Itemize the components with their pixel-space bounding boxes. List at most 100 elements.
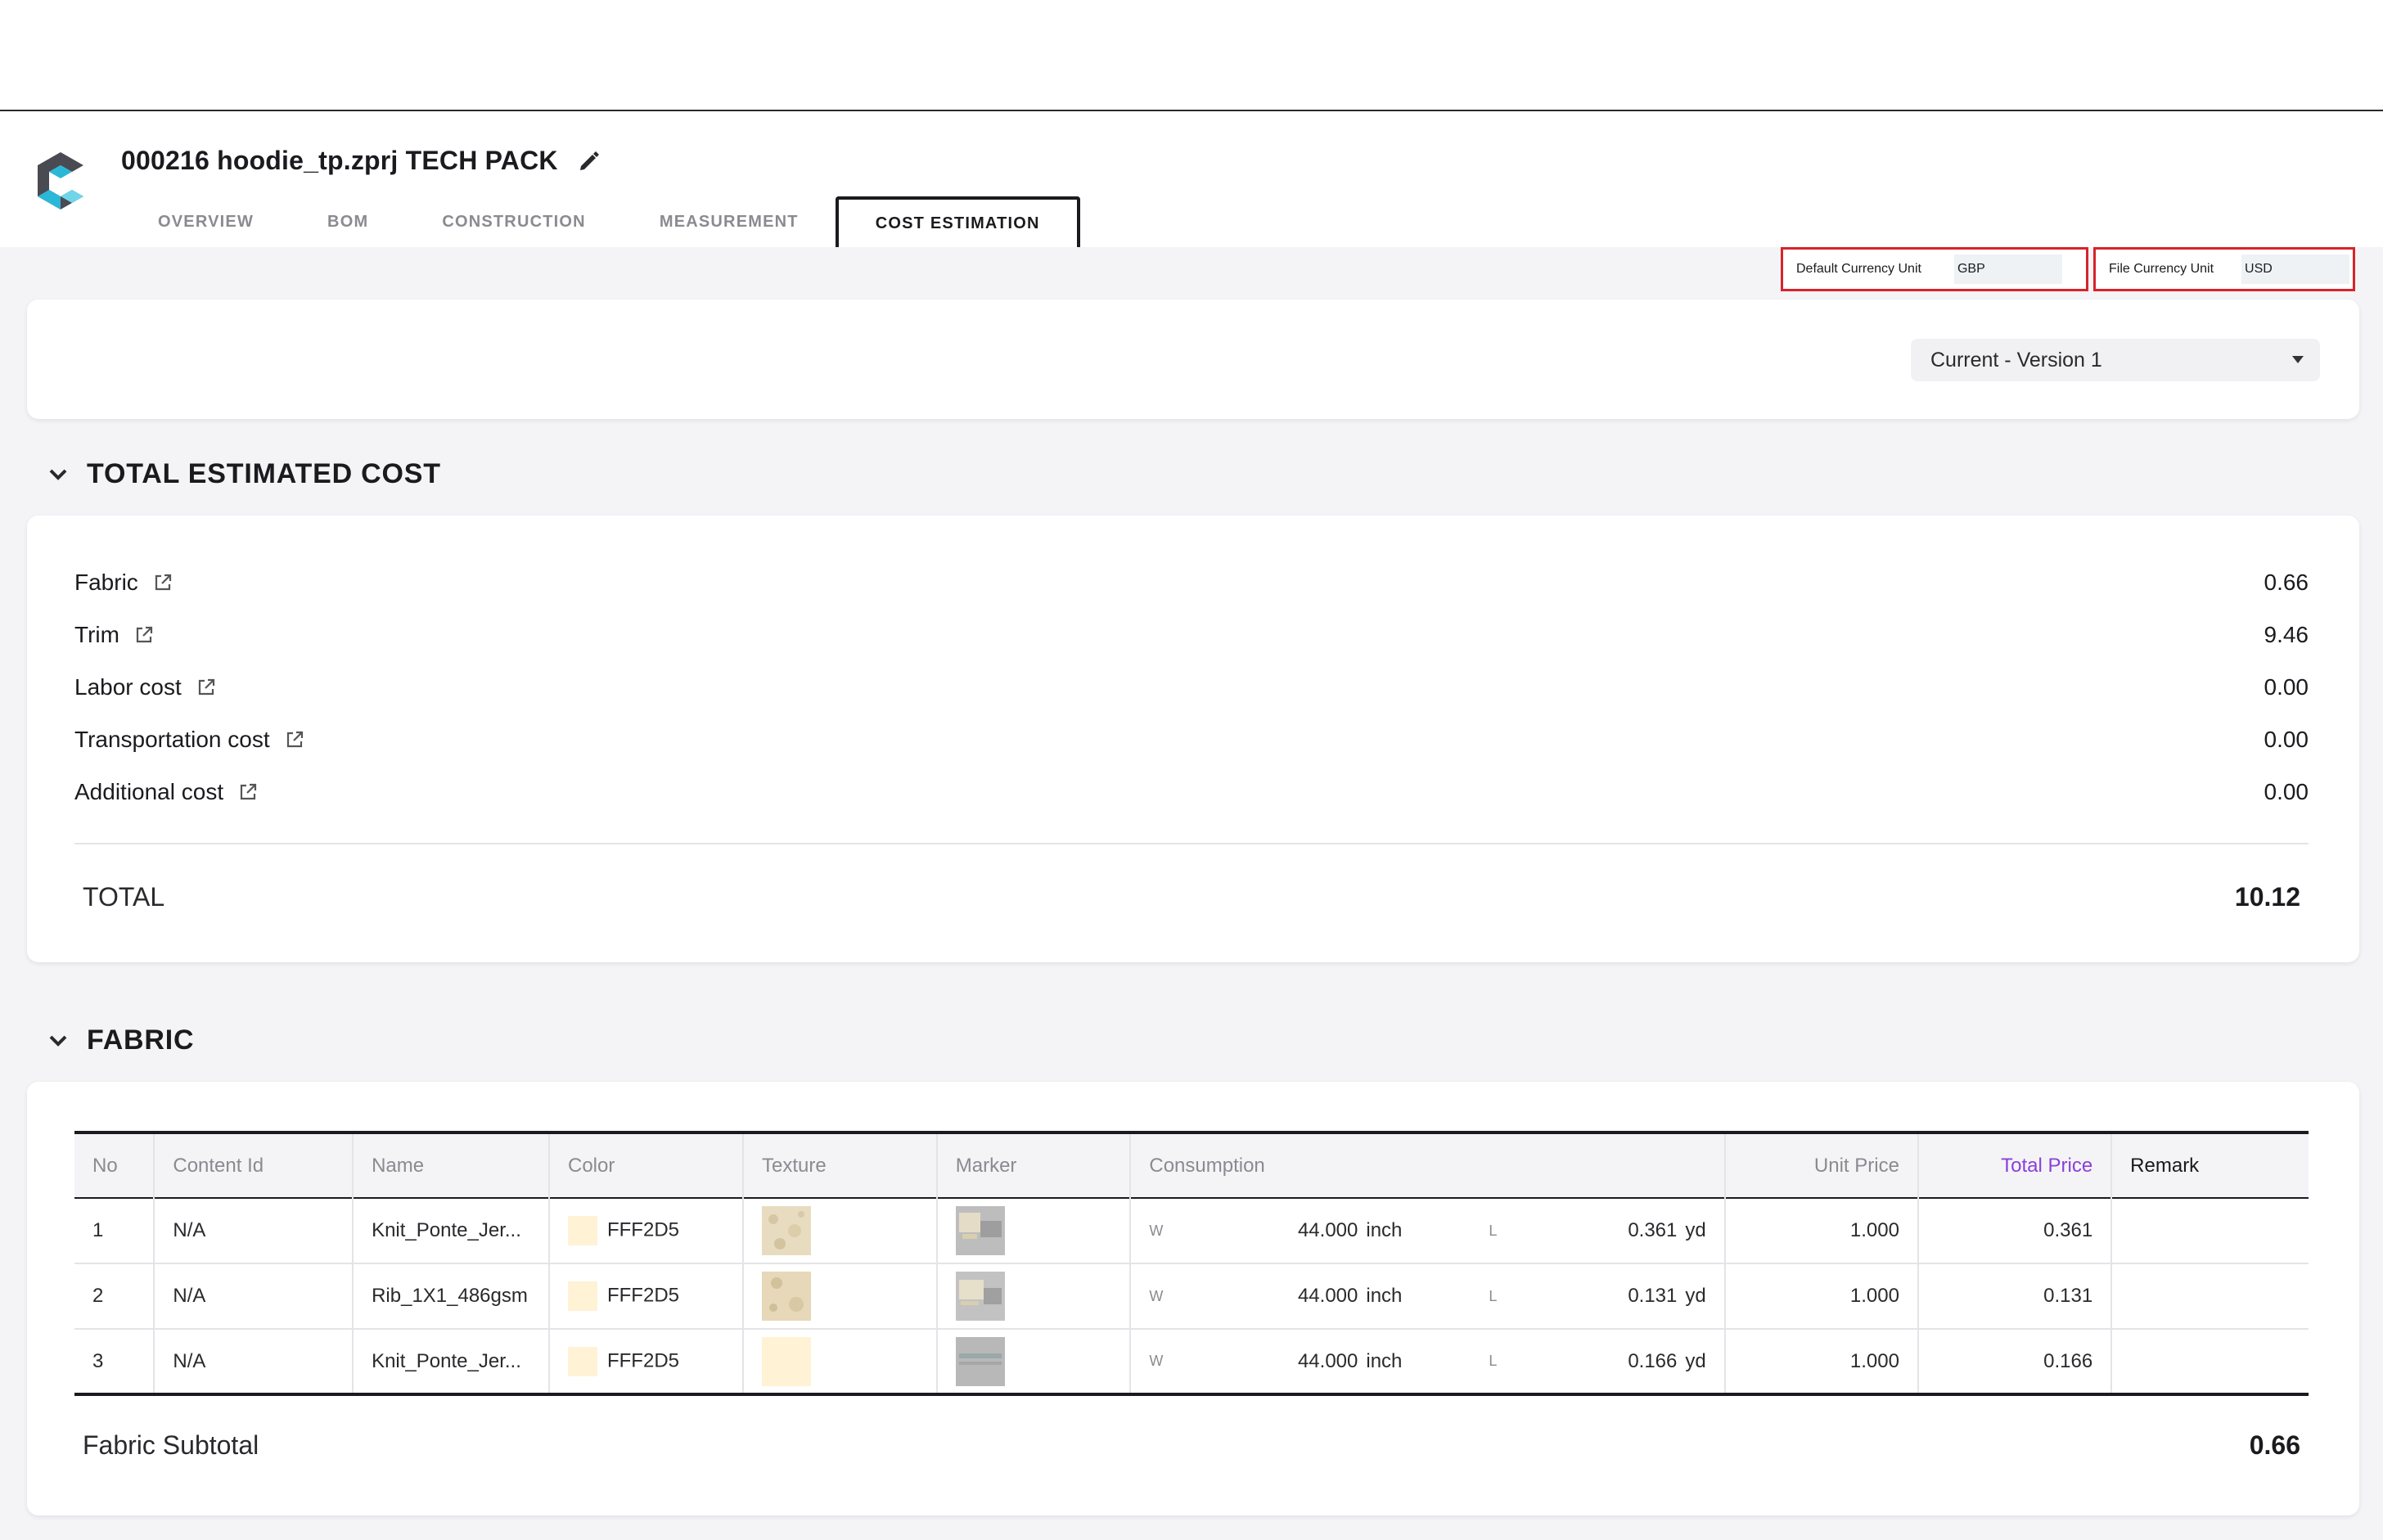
cell-content-id: N/A <box>154 1198 354 1264</box>
column-header-remark: Remark <box>2130 1154 2200 1177</box>
tab-overview[interactable]: OVERVIEW <box>121 196 291 247</box>
total-estimated-cost-title: TOTAL ESTIMATED COST <box>87 458 441 489</box>
chevron-down-icon[interactable] <box>47 1030 69 1051</box>
tab-bom[interactable]: BOM <box>291 196 405 247</box>
column-header-texture: Texture <box>742 1132 938 1198</box>
cost-row-label: Labor cost <box>74 674 182 700</box>
length-label: L <box>1489 1287 1498 1304</box>
color-code: FFF2D5 <box>606 1349 679 1371</box>
default-currency-value: GBP <box>1953 254 2062 284</box>
width-value: 44.000 <box>1297 1285 1358 1307</box>
column-header-name: Name <box>353 1132 550 1198</box>
fabric-section-title: FABRIC <box>87 1024 195 1056</box>
cell-marker <box>936 1263 1132 1330</box>
cell-total-price: 0.131 <box>1917 1263 2113 1330</box>
cell-marker <box>936 1329 1132 1396</box>
fabric-subtotal-label: Fabric Subtotal <box>83 1430 259 1460</box>
fabric-card: No Content Id Name Color Texture Marker … <box>27 1082 2359 1515</box>
file-currency-value: USD <box>2241 254 2350 284</box>
texture-thumbnail[interactable] <box>761 1272 811 1321</box>
divider <box>74 843 2309 844</box>
cost-row-transportation: Transportation cost 0.00 <box>74 723 2309 756</box>
color-code: FFF2D5 <box>606 1218 679 1241</box>
cell-unit-price: 1.000 <box>1724 1329 1919 1396</box>
cell-no: 1 <box>74 1198 155 1264</box>
texture-thumbnail[interactable] <box>761 1206 811 1255</box>
cost-row-label: Transportation cost <box>74 727 270 752</box>
cost-row-additional: Additional cost 0.00 <box>74 776 2309 808</box>
texture-thumbnail[interactable] <box>761 1336 811 1386</box>
pencil-edit-icon[interactable] <box>576 148 602 174</box>
cell-texture <box>742 1263 938 1330</box>
default-currency-unit-field[interactable]: Default Currency Unit GBP <box>1781 247 2088 291</box>
cell-name: Knit_Ponte_Jer... <box>353 1198 550 1264</box>
cell-texture <box>742 1198 938 1264</box>
external-link-icon[interactable] <box>196 678 216 697</box>
file-currency-label: File Currency Unit <box>2109 262 2214 276</box>
cost-row-value: 0.00 <box>2264 779 2309 804</box>
width-label: W <box>1149 1222 1164 1239</box>
color-code: FFF2D5 <box>606 1284 679 1307</box>
column-header-marker: Marker <box>936 1132 1132 1198</box>
external-link-icon[interactable] <box>153 573 173 592</box>
length-unit: yd <box>1685 1285 1706 1307</box>
column-header-content-id: Content Id <box>154 1132 354 1198</box>
external-link-icon[interactable] <box>285 730 304 750</box>
total-label: TOTAL <box>83 881 165 912</box>
file-currency-unit-field[interactable]: File Currency Unit USD <box>2093 247 2355 291</box>
cell-remark[interactable] <box>2111 1329 2309 1396</box>
page-title: 000216 hoodie_tp.zprj TECH PACK <box>121 146 602 176</box>
color-swatch <box>567 1216 597 1245</box>
cell-remark[interactable] <box>2111 1263 2309 1330</box>
dropdown-caret-icon <box>2292 356 2304 363</box>
fabric-subtotal-row: Fabric Subtotal 0.66 <box>83 1421 2300 1470</box>
column-header-no: No <box>74 1132 155 1198</box>
marker-thumbnail[interactable] <box>955 1336 1005 1386</box>
tab-cost-estimation[interactable]: COST ESTIMATION <box>835 196 1080 247</box>
cell-consumption: W 44.000 inch L 0.131 yd <box>1130 1263 1726 1330</box>
cost-row-value: 0.66 <box>2264 570 2309 595</box>
cost-row-labor: Labor cost 0.00 <box>74 671 2309 704</box>
length-label: L <box>1489 1222 1498 1239</box>
cell-content-id: N/A <box>154 1329 354 1396</box>
cell-color: FFF2D5 <box>548 1263 744 1330</box>
color-swatch <box>567 1346 597 1376</box>
cost-row-value: 0.00 <box>2264 674 2309 700</box>
cell-color: FFF2D5 <box>548 1198 744 1264</box>
table-row[interactable]: 3 N/A Knit_Ponte_Jer... FFF2D5 W 44.000 … <box>74 1329 2309 1396</box>
length-label: L <box>1489 1353 1498 1369</box>
cell-unit-price: 1.000 <box>1724 1198 1919 1264</box>
column-header-color: Color <box>548 1132 744 1198</box>
version-select[interactable]: Current - Version 1 <box>1911 339 2320 381</box>
cost-row-label: Additional cost <box>74 779 224 804</box>
cell-no: 2 <box>74 1263 155 1330</box>
external-link-icon[interactable] <box>238 782 258 802</box>
total-estimated-cost-card: Fabric 0.66 Trim 9.46 Labor cost 0.00 Tr… <box>27 516 2359 962</box>
cell-name: Rib_1X1_486gsm <box>353 1263 550 1330</box>
cell-total-price: 0.361 <box>1917 1198 2113 1264</box>
marker-thumbnail[interactable] <box>955 1272 1005 1321</box>
total-estimated-cost-header[interactable]: TOTAL ESTIMATED COST <box>47 458 441 490</box>
external-link-icon[interactable] <box>134 625 154 645</box>
cell-unit-price: 1.000 <box>1724 1263 1919 1330</box>
table-row[interactable]: 1 N/A Knit_Ponte_Jer... FFF2D5 W 44.000 … <box>74 1198 2309 1264</box>
length-unit: yd <box>1685 1219 1706 1241</box>
cell-color: FFF2D5 <box>548 1329 744 1396</box>
cost-row-trim: Trim 9.46 <box>74 619 2309 651</box>
tab-measurement[interactable]: MEASUREMENT <box>623 196 836 247</box>
column-header-consumption: Consumption <box>1130 1132 1726 1198</box>
chevron-down-icon[interactable] <box>47 464 69 485</box>
table-row[interactable]: 2 N/A Rib_1X1_486gsm FFF2D5 W 44.000 inc… <box>74 1263 2309 1330</box>
tab-cost-estimation-label: COST ESTIMATION <box>875 214 1040 232</box>
cell-no: 3 <box>74 1329 155 1396</box>
cell-remark[interactable] <box>2111 1198 2309 1264</box>
fabric-subtotal-value: 0.66 <box>2249 1430 2300 1460</box>
total-value: 10.12 <box>2234 881 2300 912</box>
cell-content-id: N/A <box>154 1263 354 1330</box>
fabric-section-header[interactable]: FABRIC <box>47 1024 194 1056</box>
length-unit: yd <box>1685 1349 1706 1372</box>
column-header-total-price: Total Price <box>1917 1132 2113 1198</box>
cost-row-label: Trim <box>74 622 119 647</box>
marker-thumbnail[interactable] <box>955 1206 1005 1255</box>
tab-construction[interactable]: CONSTRUCTION <box>405 196 623 247</box>
